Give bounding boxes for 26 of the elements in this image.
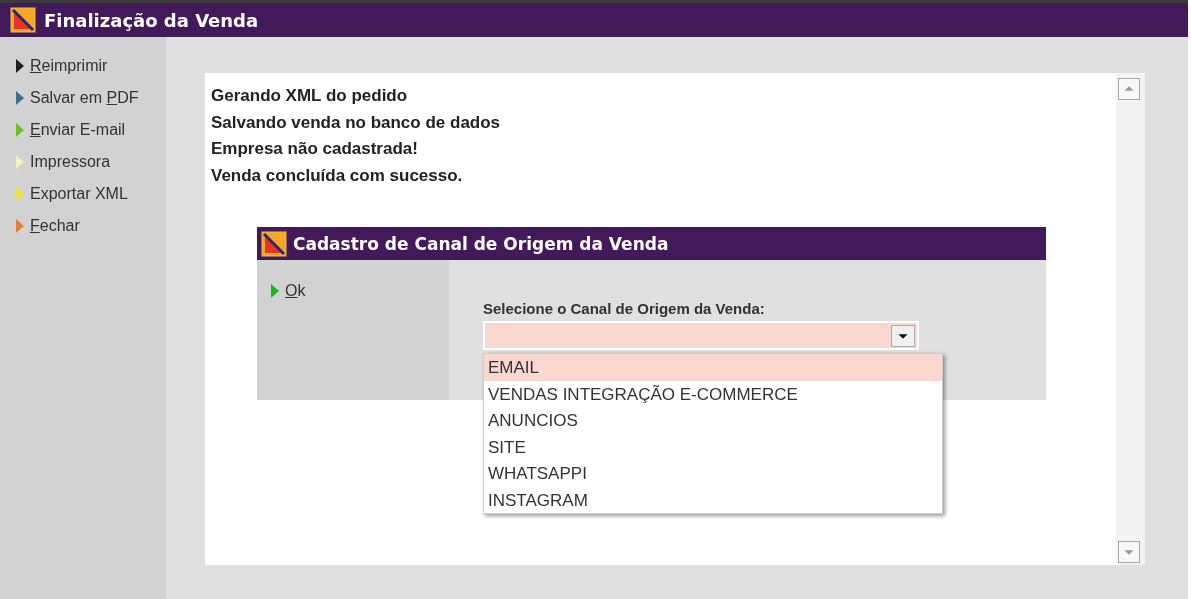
menu-action[interactable]: Ok xyxy=(271,282,306,300)
dropdown-option[interactable]: INSTAGRAM xyxy=(484,486,942,513)
dialog-title: Cadastro de Canal de Origem da Venda xyxy=(293,233,669,254)
dropdown-option[interactable]: SITE xyxy=(484,433,942,460)
menu-action[interactable]: Reimprimir xyxy=(16,57,166,75)
scroll-up-icon[interactable] xyxy=(1118,78,1140,100)
menu-action[interactable]: Enviar E-mail xyxy=(16,121,166,139)
menu-action[interactable]: Exportar XML xyxy=(16,185,166,203)
dropdown-option[interactable]: WHATSAPPI xyxy=(484,460,942,487)
log-line: Salvando venda no banco de dados xyxy=(211,111,501,134)
app-logo-icon xyxy=(261,230,287,257)
scrollbar[interactable] xyxy=(1116,73,1145,565)
app-logo-icon xyxy=(10,7,36,33)
dropdown-option[interactable]: VENDAS INTEGRAÇÃO E-COMMERCE xyxy=(484,380,942,407)
menu-action[interactable]: Impressora xyxy=(16,153,166,171)
menu-action[interactable]: Fechar xyxy=(16,217,166,235)
log-line: Gerando XML do pedido xyxy=(211,85,408,107)
log-line: Empresa não cadastrada! xyxy=(211,138,418,160)
scroll-down-icon[interactable] xyxy=(1118,541,1140,563)
menu-action[interactable]: Salvar em PDF xyxy=(16,89,166,107)
dropdown-field[interactable] xyxy=(483,321,919,350)
dropdown-option[interactable]: EMAIL xyxy=(484,354,942,381)
dropdown-option[interactable]: ANUNCIOS xyxy=(484,407,942,434)
log-line: Venda concluída com sucesso. xyxy=(211,164,463,187)
field-label: Selecione o Canal de Origem da Venda: xyxy=(483,300,766,317)
window-title: Finalização da Venda xyxy=(44,9,259,31)
